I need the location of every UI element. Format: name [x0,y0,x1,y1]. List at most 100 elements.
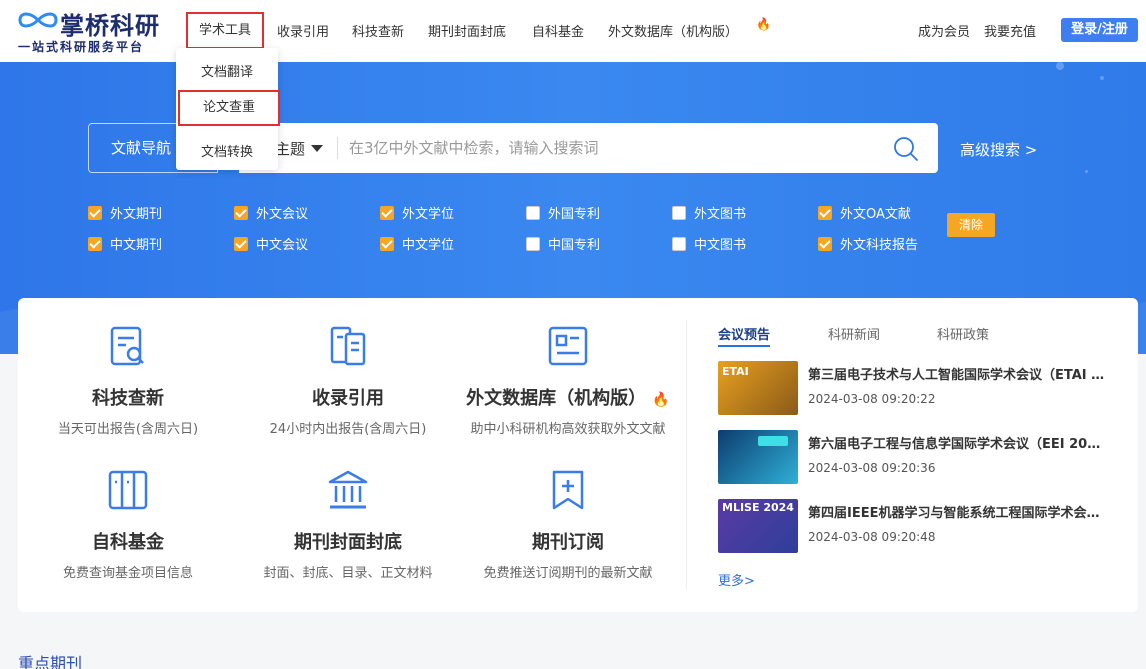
news-thumbnail [718,430,798,484]
news-thumbnail: MLISE 2024 [718,499,798,553]
service-foreign-database[interactable]: 外文数据库（机构版） 🔥 助中小科研机构高效获取外文文献 [458,324,678,437]
checkbox-unchecked[interactable] [526,206,540,220]
thumbnail-badge [758,436,788,446]
service-title: 外文数据库（机构版） 🔥 [458,384,678,410]
more-news-link[interactable]: 更多> [718,570,755,589]
tab-conference-preview[interactable]: 会议预告 [718,324,770,343]
checkbox-checked[interactable] [380,206,394,220]
news-title[interactable]: 第四届IEEE机器学习与智能系统工程国际学术会议（MLISE 2024） [808,502,1108,521]
filter-label: 外文图书 [694,207,747,222]
search-icon[interactable] [893,136,919,162]
service-desc: 助中小科研机构高效获取外文文献 [470,422,666,437]
card-divider [686,320,687,590]
top-header: 掌桥科研 一站式科研服务平台 学术工具 收录引用 科技查新 期刊封面封底 自科基… [0,0,1146,62]
database-icon [548,326,588,366]
dropdown-item-plagiarism-check[interactable]: 论文查重 [178,90,280,126]
filter-checkbox[interactable]: 外国专利 [526,203,600,222]
fire-icon: 🔥 [756,17,771,31]
checkbox-unchecked[interactable] [672,206,686,220]
news-item[interactable]: 第六届电子工程与信息学国际学术会议（EEI 2024） 2024-03-08 0… [718,430,1128,484]
filter-checkbox[interactable]: 外文学位 [380,203,454,222]
logo-mark-icon [18,12,58,28]
tab-research-news[interactable]: 科研新闻 [828,324,880,343]
search-type-select[interactable]: 主题 [275,138,324,159]
checkbox-checked[interactable] [818,237,832,251]
checkbox-checked[interactable] [88,206,102,220]
checkbox-checked[interactable] [380,237,394,251]
decor-dot [1100,76,1104,80]
filter-checkbox[interactable]: 外文会议 [234,203,308,222]
service-desc: 当天可出报告(含周六日) [57,422,199,437]
dropdown-item-translate[interactable]: 文档翻译 [176,61,278,80]
checkbox-checked[interactable] [88,237,102,251]
login-register-button[interactable]: 登录/注册 [1061,18,1138,42]
filter-checkbox[interactable]: 外文期刊 [88,203,162,222]
filter-label: 中文学位 [402,238,455,253]
nav-academic-tools[interactable]: 学术工具 [186,12,264,49]
checkbox-checked[interactable] [818,206,832,220]
service-journal-subscription[interactable]: 期刊订阅 免费推送订阅期刊的最新文献 [458,468,678,581]
filter-checkbox[interactable]: 中文会议 [234,234,308,253]
fund-icon [108,470,148,510]
filter-label: 外文会议 [256,207,309,222]
service-title: 科技查新 [92,388,164,409]
report-search-icon [110,326,144,366]
filter-checkbox[interactable]: 外文科技报告 [818,234,918,253]
filter-label: 外国专利 [548,207,601,222]
service-title: 收录引用 [312,388,384,409]
service-citation[interactable]: 收录引用 24小时内出报告(含周六日) [238,324,458,437]
filter-checkbox[interactable]: 外文OA文献 [818,203,911,222]
search-input[interactable] [349,133,869,163]
bookmark-plus-icon [552,470,584,510]
service-desc: 免费查询基金项目信息 [62,566,193,581]
search-divider [337,137,338,159]
clear-filters-button[interactable]: 清除 [947,213,995,237]
nav-nsfc-fund[interactable]: 自科基金 [532,21,584,40]
recharge-link[interactable]: 我要充值 [984,21,1036,40]
service-desc: 24小时内出报告(含周六日) [269,422,427,437]
active-tab-underline [718,345,770,347]
filter-label: 外文期刊 [110,207,163,222]
service-nsfc-fund[interactable]: 自科基金 免费查询基金项目信息 [18,468,238,581]
checkbox-checked[interactable] [234,237,248,251]
news-time: 2024-03-08 09:20:36 [808,461,936,475]
filter-checkbox[interactable]: 中国专利 [526,234,600,253]
service-novelty-search[interactable]: 科技查新 当天可出报告(含周六日) [18,324,238,437]
service-journal-cover[interactable]: 期刊封面封底 封面、封底、目录、正文材料 [238,468,458,581]
thumbnail-mlise-logo: MLISE 2024 [722,501,794,514]
filter-checkbox[interactable]: 中文期刊 [88,234,162,253]
checkbox-unchecked[interactable] [526,237,540,251]
advanced-search-link[interactable]: 高级搜索 > [960,139,1037,160]
nav-journal-cover[interactable]: 期刊封面封底 [428,21,506,40]
service-title: 自科基金 [92,532,164,553]
filter-checkbox[interactable]: 中文学位 [380,234,454,253]
service-desc: 免费推送订阅期刊的最新文献 [483,566,653,581]
filter-label: 外文学位 [402,207,455,222]
services-card: 科技查新 当天可出报告(含周六日) 收录引用 24小时内出报告(含周六日) 外文… [18,298,1138,612]
logo-name: 掌桥科研 [60,12,160,40]
service-title-text: 外文数据库（机构版） [466,388,647,409]
thumbnail-etai-logo: ETAI [722,365,749,378]
checkbox-unchecked[interactable] [672,237,686,251]
documents-icon [330,326,366,366]
filter-label: 中文会议 [256,238,309,253]
become-member-link[interactable]: 成为会员 [918,21,970,40]
news-item[interactable]: ETAI 第三届电子技术与人工智能国际学术会议（ETAI 2024） 2024-… [718,361,1128,415]
nav-citation[interactable]: 收录引用 [277,21,329,40]
logo-tagline: 一站式科研服务平台 [18,40,145,54]
tab-research-policy[interactable]: 科研政策 [937,324,989,343]
news-time: 2024-03-08 09:20:48 [808,530,936,544]
fire-icon: 🔥 [652,392,670,408]
news-item[interactable]: MLISE 2024 第四届IEEE机器学习与智能系统工程国际学术会议（MLIS… [718,499,1128,553]
site-logo[interactable]: 掌桥科研 一站式科研服务平台 [16,6,176,56]
filter-checkbox[interactable]: 外文图书 [672,203,746,222]
news-title[interactable]: 第六届电子工程与信息学国际学术会议（EEI 2024） [808,433,1108,452]
dropdown-item-convert[interactable]: 文档转换 [176,141,278,160]
filter-checkbox[interactable]: 中文图书 [672,234,746,253]
nav-foreign-database[interactable]: 外文数据库（机构版） [608,21,738,40]
news-title[interactable]: 第三届电子技术与人工智能国际学术会议（ETAI 2024） [808,364,1108,383]
nav-novelty-search[interactable]: 科技查新 [352,21,404,40]
search-type-label: 主题 [275,140,306,158]
checkbox-checked[interactable] [234,206,248,220]
search-box: 主题 [239,123,938,173]
